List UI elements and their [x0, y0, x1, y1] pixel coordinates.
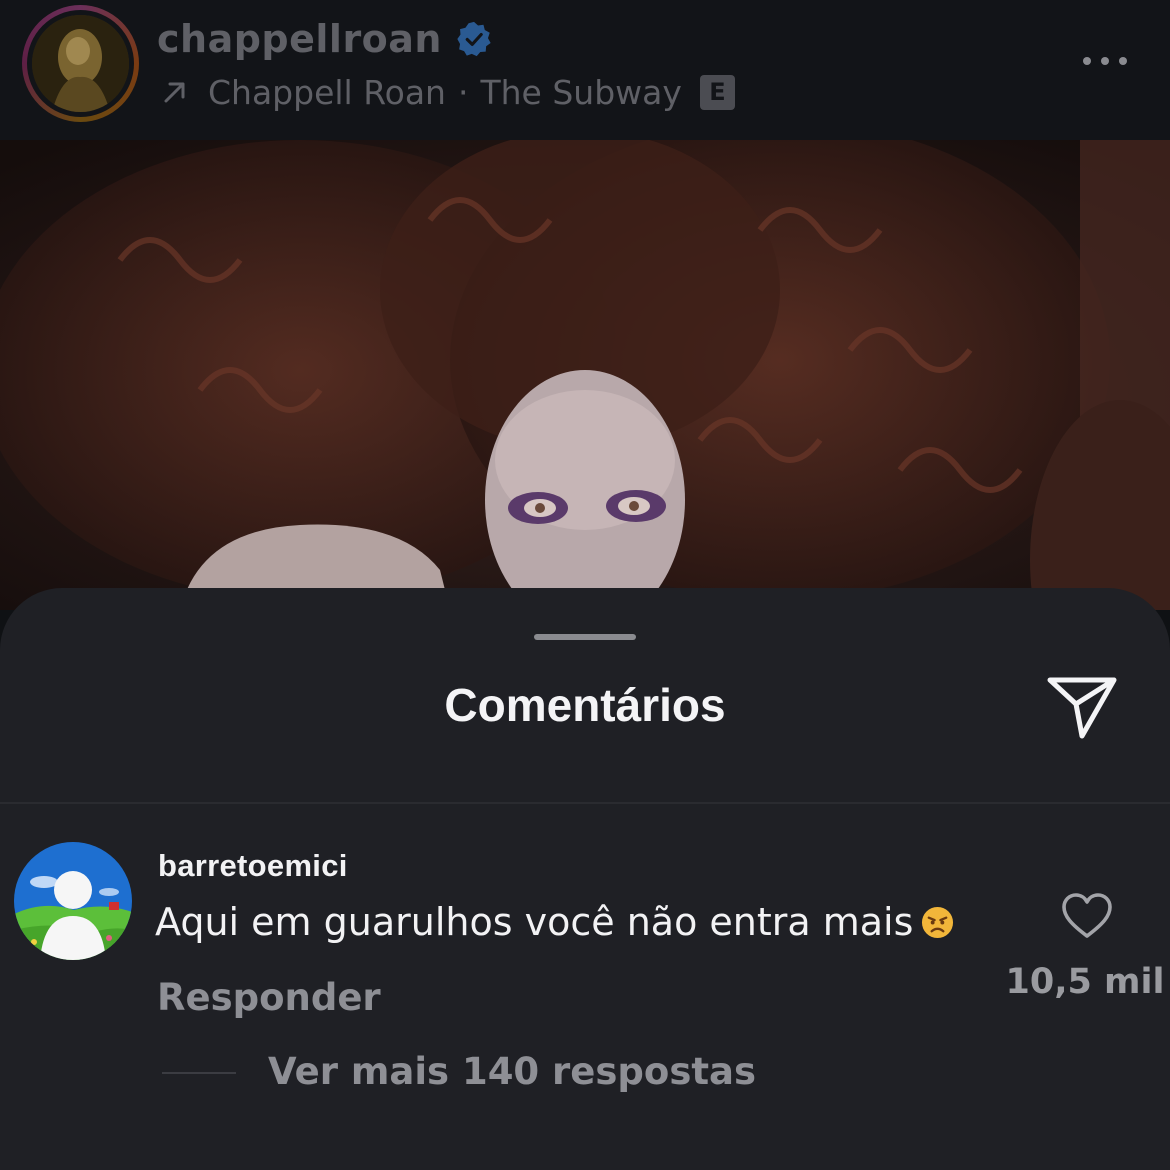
- comment-text-content: Aqui em guarulhos você não entra mais: [155, 900, 914, 944]
- explicit-badge: E: [699, 74, 735, 110]
- sheet-title: Comentários: [444, 679, 726, 731]
- comments-sheet: Comentários barretoemici Aqui em guarulh…: [0, 588, 1170, 1170]
- view-replies-button[interactable]: Ver mais 140 respostas: [268, 1050, 756, 1093]
- send-icon[interactable]: [1046, 674, 1118, 740]
- angry-face-icon: [922, 906, 954, 939]
- arrow-up-right-icon: [164, 82, 185, 103]
- audio-track: The Subway: [480, 72, 682, 112]
- audio-attribution[interactable]: Chappell Roan · The Subway E: [160, 68, 735, 116]
- verified-badge-icon: [457, 21, 491, 57]
- reply-button[interactable]: Responder: [157, 976, 381, 1019]
- replies-line: [162, 1072, 236, 1074]
- post-header: chappellroan Chappell Roan · The Subway …: [0, 0, 1170, 140]
- username-row: chappellroan: [157, 14, 492, 64]
- username[interactable]: chappellroan: [157, 17, 442, 61]
- more-options-icon[interactable]: [1080, 50, 1130, 72]
- audio-artist: Chappell Roan: [208, 72, 446, 112]
- like-count: 10,5 mil: [1005, 962, 1165, 1002]
- post-photo: [0, 140, 1170, 610]
- comment-text: Aqui em guarulhos você não entra mais: [155, 900, 954, 944]
- profile-avatar[interactable]: [22, 5, 139, 122]
- sheet-grabber[interactable]: [534, 634, 636, 640]
- commenter-avatar[interactable]: [14, 842, 132, 960]
- avatar-image: [32, 15, 129, 112]
- audio-separator: ·: [457, 72, 469, 112]
- commenter-username[interactable]: barretoemici: [158, 848, 348, 884]
- comment-item: barretoemici Aqui em guarulhos você não …: [0, 804, 1170, 1170]
- heart-icon[interactable]: [1061, 892, 1113, 940]
